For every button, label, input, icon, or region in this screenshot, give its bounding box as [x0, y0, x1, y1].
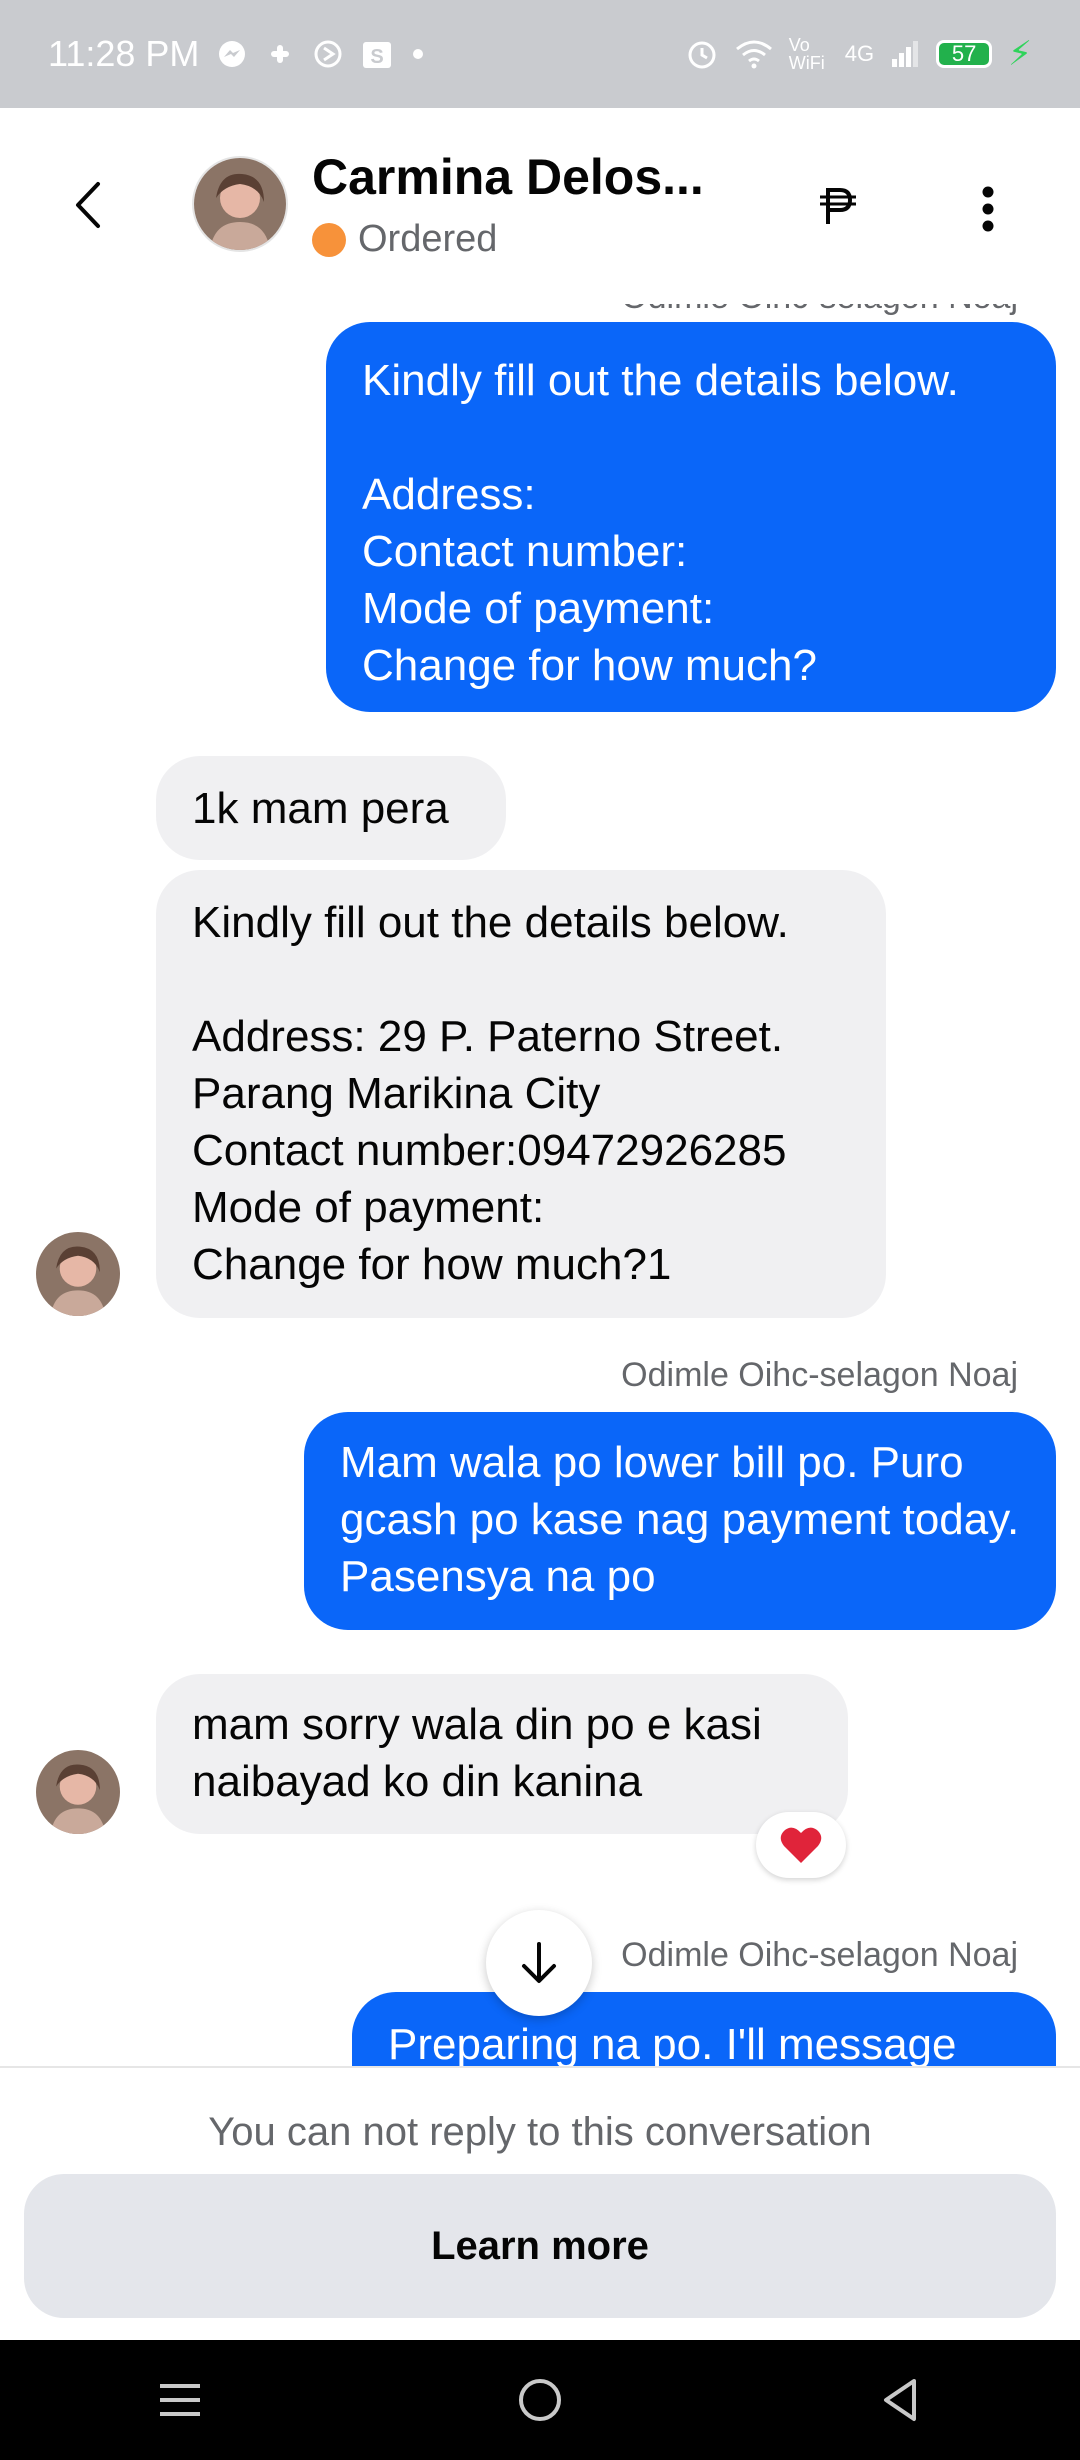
contact-avatar[interactable] [192, 156, 288, 252]
back-button[interactable] [60, 170, 116, 240]
wifi-icon [735, 39, 773, 69]
clock: 11:28 PM [48, 33, 200, 74]
order-status[interactable]: Ordered [312, 218, 497, 261]
status-right: Vo WiFi 4G 57 ⚡ [685, 34, 1032, 74]
arrow-down-icon [522, 1942, 556, 1983]
more-options-button[interactable] [968, 174, 1008, 244]
avatar-photo-icon [36, 1750, 120, 1834]
message-bubble[interactable]: Kindly fill out the details below. Addre… [326, 322, 1056, 712]
sender-name: Odimle Oihc-selagon Noaj [621, 1936, 1018, 1974]
avatar-photo-icon [194, 158, 286, 250]
status-bar: 11:28 PM S Vo WiFi 4G 57 ⚡ [0, 0, 1080, 108]
reply-footer: You can not reply to this conversation L… [0, 2066, 1080, 2340]
status-left: 11:28 PM S [48, 33, 425, 75]
slack-icon [265, 39, 295, 69]
svg-text:S: S [371, 46, 384, 68]
shopee-icon: S [361, 38, 393, 70]
triangle-back-icon [884, 2379, 916, 2421]
cannot-reply-notice: You can not reply to this conversation [208, 2110, 872, 2154]
learn-more-button[interactable]: Learn more [24, 2174, 1056, 2318]
message-bubble[interactable]: mam sorry wala din po e kasi naibayad ko… [156, 1674, 848, 1834]
sender-name-cropped: Odimle Oihc-selagon Noaj [621, 304, 1018, 317]
dot-icon [411, 47, 425, 61]
message-reaction[interactable] [756, 1812, 846, 1878]
alarm-icon [685, 37, 719, 71]
message-bubble[interactable]: Preparing na po. I'll message [352, 1992, 1056, 2066]
home-circle-icon [519, 2379, 561, 2421]
chevron-left-icon [76, 182, 100, 228]
heart-icon [780, 1827, 822, 1863]
system-back-button[interactable] [840, 2350, 960, 2450]
contact-avatar-small[interactable] [36, 1232, 120, 1316]
order-status-label: Ordered [358, 218, 498, 260]
avatar-photo-icon [36, 1232, 120, 1316]
contact-name[interactable]: Carmina Delos... [312, 148, 704, 206]
contact-avatar-small[interactable] [36, 1750, 120, 1834]
app-icon [313, 39, 343, 69]
peso-icon [820, 188, 856, 224]
scroll-to-bottom-button[interactable] [486, 1910, 592, 2016]
more-vertical-icon [982, 186, 994, 232]
status-dot-icon [312, 222, 346, 257]
battery-indicator: 57 [936, 40, 993, 68]
charging-icon: ⚡ [1008, 35, 1032, 73]
messenger-icon [217, 39, 247, 69]
menu-icon [160, 2384, 200, 2416]
message-list[interactable]: Odimle Oihc-selagon Noaj Kindly fill out… [0, 304, 1080, 2066]
recents-button[interactable] [120, 2350, 240, 2450]
sender-name: Odimle Oihc-selagon Noaj [621, 1356, 1018, 1394]
vowifi-label: Vo WiFi [788, 35, 825, 73]
message-bubble[interactable]: Kindly fill out the details below. Addre… [156, 870, 886, 1318]
network-label: 4G [844, 41, 875, 66]
home-button[interactable] [480, 2350, 600, 2450]
chat-header: Carmina Delos... Ordered [0, 108, 1080, 304]
message-bubble[interactable]: 1k mam pera [156, 756, 506, 860]
system-nav-bar [0, 2340, 1080, 2460]
payment-button[interactable] [812, 176, 862, 236]
message-bubble[interactable]: Mam wala po lower bill po. Puro gcash po… [304, 1412, 1056, 1630]
signal-icon [890, 39, 920, 69]
